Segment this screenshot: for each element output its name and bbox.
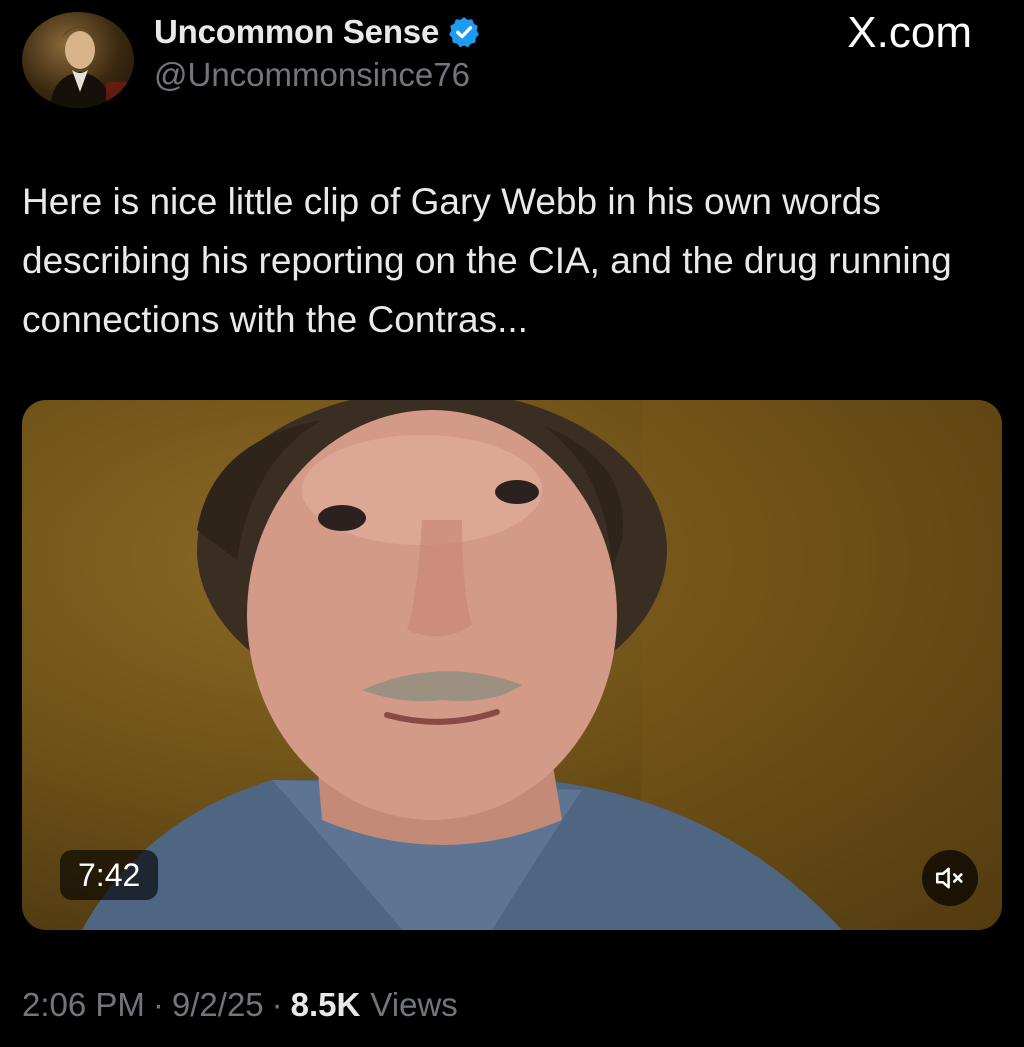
tweet-text: Here is nice little clip of Gary Webb in… [22, 181, 952, 340]
views-label: Views [370, 986, 458, 1023]
speaker-muted-icon [935, 867, 963, 889]
verified-badge-icon [447, 15, 481, 49]
tweet-date[interactable]: 9/2/25 [172, 986, 264, 1024]
author-handle[interactable]: @Uncommonsince76 [154, 56, 470, 94]
tweet-meta-row: 2:06 PM · 9/2/25 · 8.5K Views [22, 986, 458, 1024]
tweet-time[interactable]: 2:06 PM [22, 986, 145, 1024]
video-frame [82, 400, 1002, 930]
author-display-name[interactable]: Uncommon Sense [154, 13, 439, 51]
author-name-row[interactable]: Uncommon Sense [154, 10, 481, 54]
site-watermark: X.com [847, 8, 972, 57]
portrait-avatar-icon [50, 26, 128, 108]
meta-separator: · [271, 986, 283, 1023]
views-count[interactable]: 8.5K [291, 986, 361, 1024]
mute-toggle-button[interactable] [922, 850, 978, 906]
meta-separator: · [152, 986, 164, 1023]
video-duration-badge: 7:42 [60, 850, 159, 900]
video-player[interactable]: 7:42 [22, 400, 1002, 930]
author-avatar[interactable] [22, 12, 134, 108]
